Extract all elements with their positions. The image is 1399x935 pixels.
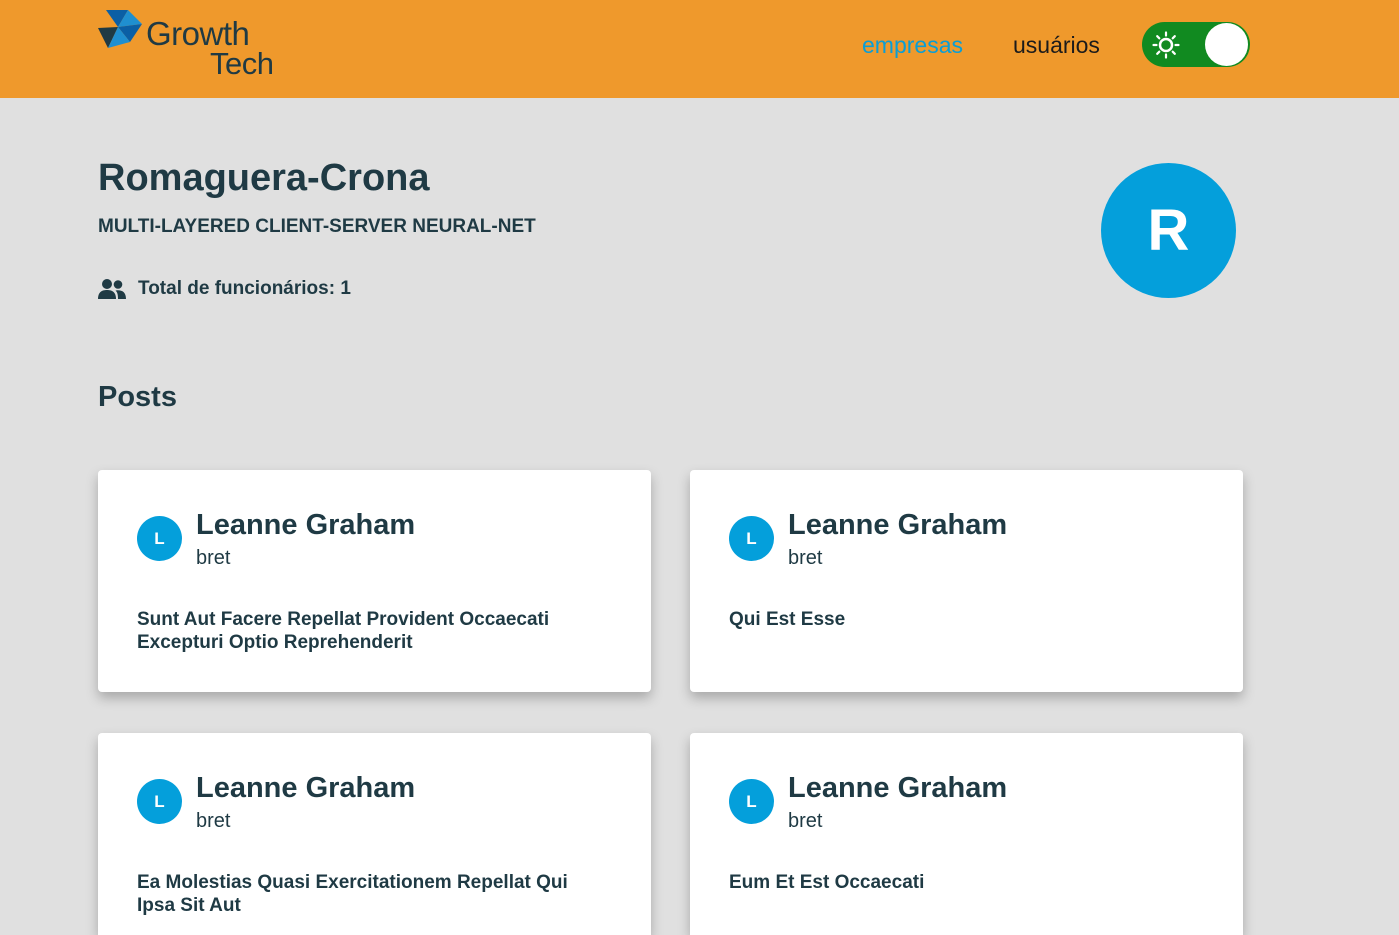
post-author-username: bret <box>788 547 823 569</box>
post-card[interactable]: L Leanne Graham bret Sunt Aut Facere Rep… <box>98 470 651 692</box>
toggle-knob[interactable] <box>1205 23 1248 66</box>
post-author-username: bret <box>788 810 823 832</box>
author-avatar: L <box>729 779 774 824</box>
post-title: Ea Molestias Quasi Exercitationem Repell… <box>137 872 568 916</box>
employees-count-label: Total de funcionários: 1 <box>138 278 351 299</box>
author-avatar: L <box>137 779 182 824</box>
post-author-name: Leanne Graham <box>788 772 1008 804</box>
post-title: Qui Est Esse <box>729 609 846 630</box>
company-name: Romaguera-Crona <box>98 157 430 199</box>
nav-link-empresas[interactable]: empresas <box>862 31 963 59</box>
author-avatar: L <box>137 516 182 561</box>
post-author-username: bret <box>196 810 231 832</box>
sun-icon <box>1152 31 1180 59</box>
company-avatar: R <box>1101 163 1236 298</box>
post-author-name: Leanne Graham <box>788 509 1008 541</box>
logo-mark-icon <box>98 10 142 48</box>
author-avatar: L <box>729 516 774 561</box>
post-author-name: Leanne Graham <box>196 509 416 541</box>
users-icon <box>98 279 126 299</box>
logo-text-tech: Tech <box>210 46 274 81</box>
company-catch-phrase: MULTI-LAYERED CLIENT-SERVER NEURAL-NET <box>98 216 536 237</box>
post-author-username: bret <box>196 547 231 569</box>
post-title: Sunt Aut Facere Repellat Provident Occae… <box>137 609 550 653</box>
nav-link-usuarios[interactable]: usuários <box>1013 31 1100 59</box>
top-header: Growth Tech empresas usuários <box>0 0 1399 98</box>
growth-tech-logo[interactable]: Growth Tech <box>98 8 288 81</box>
post-title: Eum Et Est Occaecati <box>729 872 925 893</box>
post-card[interactable]: L Leanne Graham bret Ea Molestias Quasi … <box>98 733 651 935</box>
post-card[interactable]: L Leanne Graham bret Eum Et Est Occaecat… <box>690 733 1243 935</box>
post-author-name: Leanne Graham <box>196 772 416 804</box>
posts-heading: Posts <box>98 381 177 413</box>
theme-toggle[interactable] <box>1142 22 1250 67</box>
post-card[interactable]: L Leanne Graham bret Qui Est Esse <box>690 470 1243 692</box>
